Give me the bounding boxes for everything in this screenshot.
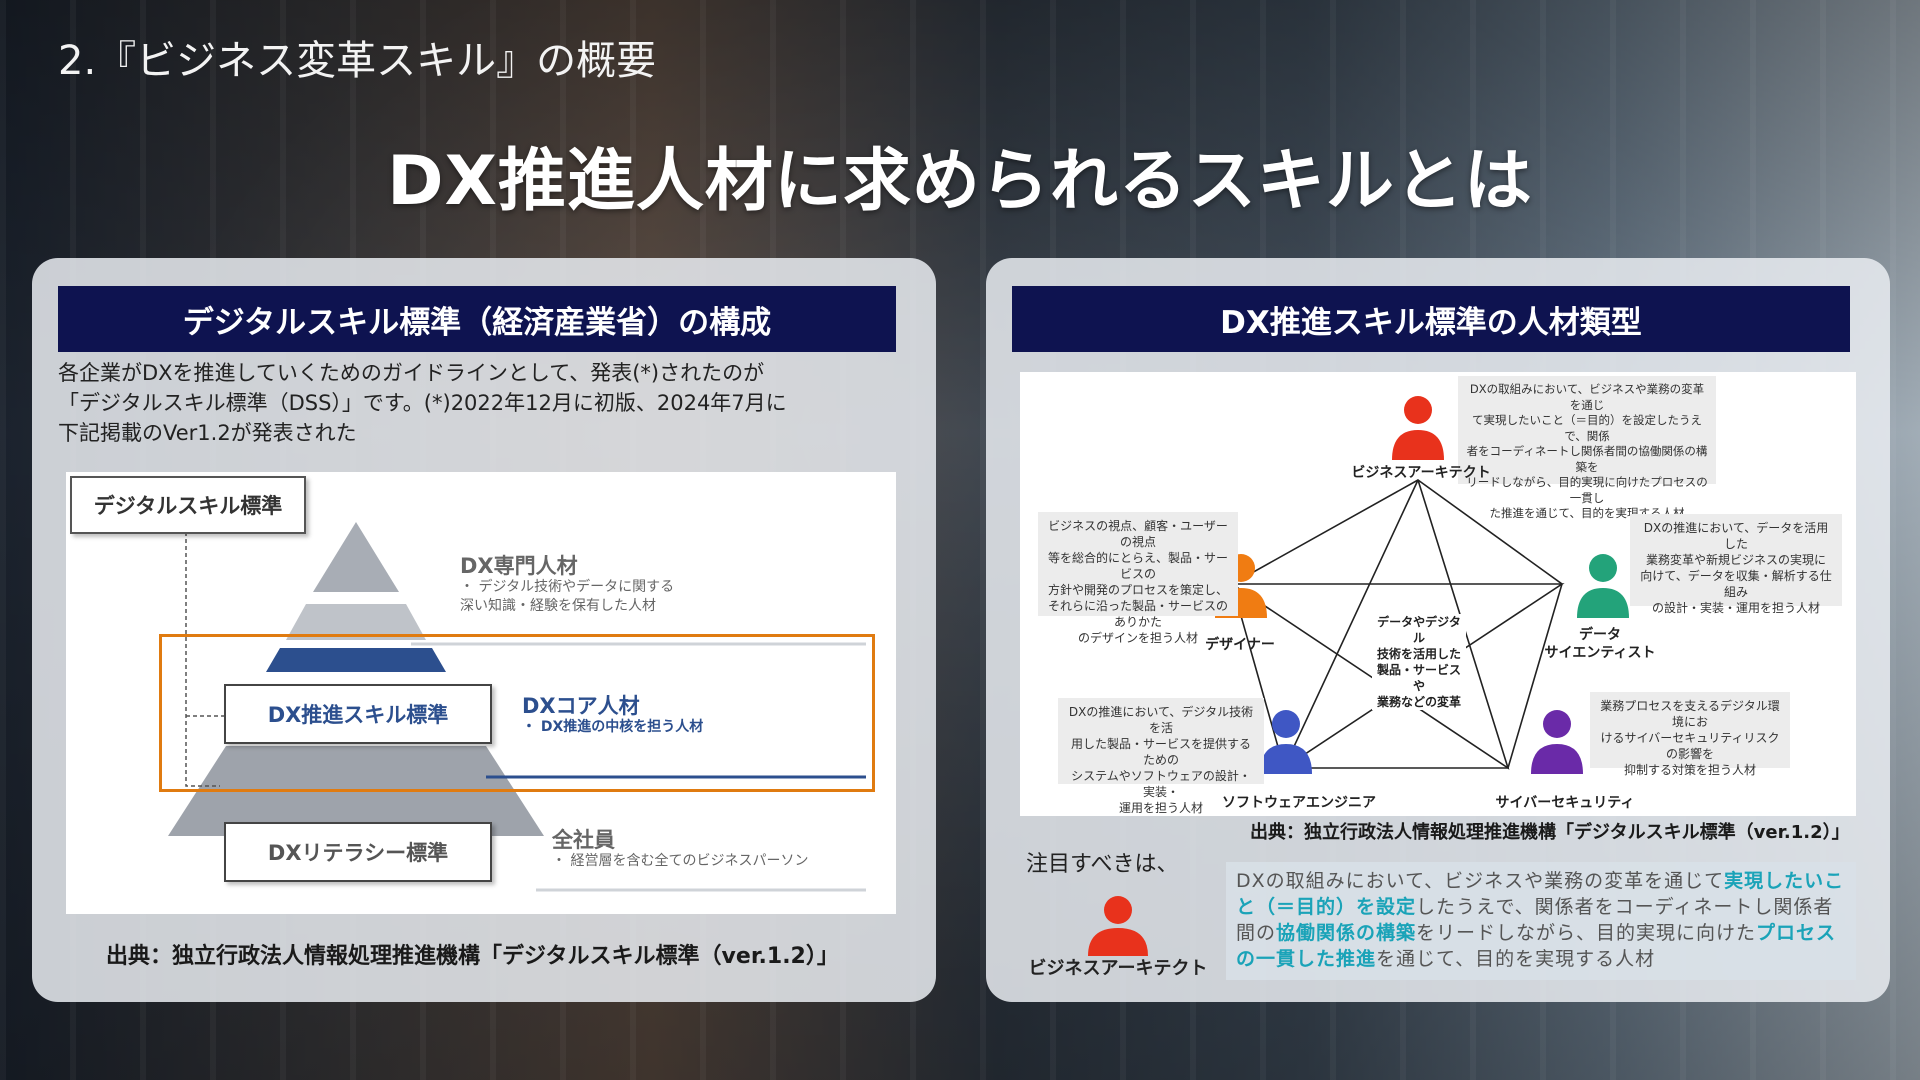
emphasis-text: 協働関係の構築 (1276, 922, 1417, 944)
intro-line: 「デジタルスキル標準（DSS）」です。(*)2022年12月に初版、2024年7… (58, 391, 787, 415)
center-line: 業務などの変革 (1376, 695, 1461, 709)
main-title: DX推進人材に求められるスキルとは (387, 142, 1533, 221)
promotion-std-box: DX推進スキル標準 (224, 684, 492, 744)
desc-line: DXの推進において、データを活用した (1643, 521, 1829, 551)
desc-line: 用した製品・サービスを提供するための (1070, 737, 1251, 767)
all-tier-desc: ・ 経営層を含む全てのビジネスパーソン (552, 853, 809, 869)
center-line: 技術を活用した (1376, 647, 1461, 661)
section-label: 2.『ビジネス変革スキル』の概要 (58, 38, 657, 84)
desc-line: それらに沿った製品・サービスのありかた (1047, 599, 1228, 629)
core-tier-desc: ・ DX推進の中核を担う人材 (522, 719, 704, 735)
designer-desc: ビジネスの視点、顧客・ユーザーの視点 等を総合的にとらえ、製品・サービスの 方針… (1038, 512, 1238, 645)
data-scientist-person-icon (1577, 554, 1629, 618)
software-engineer-name: ソフトウェアエンジニア (1222, 795, 1376, 811)
designer-name: デザイナー (1205, 637, 1275, 653)
desc-line: DXの推進において、デジタル技術を活 (1068, 705, 1254, 735)
highlight-role-name: ビジネスアーキテクト (1028, 958, 1208, 979)
software-engineer-desc: DXの推進において、デジタル技術を活 用した製品・サービスを提供するための シス… (1058, 698, 1264, 815)
cyber-security-name: サイバーセキュリティ (1495, 795, 1635, 811)
center-line: 製品・サービスや (1376, 663, 1461, 693)
pentagon-center-label: データやデジタル 技術を活用した 製品・サービスや 業務などの変革 (1372, 614, 1466, 710)
plain-text: を通じて、目的を実現する人材 (1376, 948, 1656, 970)
business-architect-highlight: DXの取組みにおいて、ビジネスや業務の変革を通じて実現したいこと（＝目的）を設定… (1226, 862, 1856, 980)
desc-line: 等を総合的にとらえ、製品・サービスの (1047, 551, 1228, 581)
dss-intro-text: 各企業がDXを推進していくためのガイドラインとして、発表(*)されたのが 「デジ… (58, 358, 908, 448)
business-architect-person-icon (1392, 396, 1444, 460)
desc-line: 方針や開発のプロセスを策定し、 (1047, 583, 1228, 597)
plain-text: DXの取組みにおいて、ビジネスや業務の変革を通じて (1236, 870, 1725, 892)
data-scientist-desc: DXの推進において、データを活用した 業務変革や新規ビジネスの実現に 向けて、デ… (1630, 514, 1842, 615)
desc-line: DXの取組みにおいて、ビジネスや業務の変革を通じ (1469, 382, 1705, 412)
plain-text: をリードしながら、目的実現に向けた (1416, 922, 1757, 944)
desc-line: 業務変革や新規ビジネスの実現に (1645, 553, 1826, 567)
intro-line: 各企業がDXを推進していくためのガイドラインとして、発表(*)されたのが (58, 361, 765, 385)
desc-line: 深い知識・経験を保有した人材 (460, 598, 656, 614)
desc-line: 抑制する対策を担う人材 (1623, 763, 1756, 777)
dx-roles-panel: DX推進スキル標準の人材類型 データやデジタル 技術を活用した 製品・サービスや… (986, 258, 1890, 1002)
note-label: 注目すべきは、 (1026, 852, 1179, 877)
center-line: データやデジタル (1377, 615, 1461, 645)
desc-line: 業務プロセスを支えるデジタル環境にお (1600, 699, 1780, 729)
desc-line: けるサイバーセキュリティリスクの影響を (1600, 731, 1780, 761)
business-architect-desc: DXの取組みにおいて、ビジネスや業務の変革を通じ て実現したいこと（＝目的）を設… (1458, 376, 1716, 520)
desc-line: 向けて、データを収集・解析する仕組み (1640, 569, 1832, 599)
left-source-citation: 出典：独立行政法人情報処理推進機構「デジタルスキル標準（ver.1.2）」 (106, 944, 839, 969)
cyber-security-desc: 業務プロセスを支えるデジタル環境にお けるサイバーセキュリティリスクの影響を 抑… (1590, 692, 1790, 777)
roles-pentagon-figure: データやデジタル 技術を活用した 製品・サービスや 業務などの変革 DXの取組み… (1020, 372, 1856, 816)
data-scientist-name: データ サイエンティスト (1544, 627, 1656, 661)
intro-line: 下記掲載のVer1.2が発表された (58, 421, 357, 445)
desc-line: ・ デジタル技術やデータに関する (460, 579, 675, 595)
desc-line: の設計・実装・運用を担う人材 (1651, 601, 1820, 615)
literacy-std-box: DXリテラシー標準 (224, 822, 492, 882)
desc-line: て実現したいこと（＝目的）を設定したうえで、関係 (1472, 413, 1702, 443)
dss-structure-header: デジタルスキル標準（経済産業省）の構成 (58, 286, 896, 352)
software-engineer-person-icon (1260, 710, 1312, 774)
all-tier-title: 全社員 (552, 828, 615, 852)
cyber-security-person-icon (1531, 710, 1583, 774)
business-architect-name: ビジネスアーキテクト (1351, 465, 1491, 481)
expert-tier-title: DX専門人材 (460, 554, 578, 578)
business-architect-large-icon (1088, 896, 1148, 956)
dss-structure-panel: デジタルスキル標準（経済産業省）の構成 各企業がDXを推進していくためのガイドラ… (32, 258, 936, 1002)
dx-roles-header: DX推進スキル標準の人材類型 (1012, 286, 1850, 352)
desc-line: リードしながら、目的実現に向けたプロセスの一貫し (1466, 475, 1708, 505)
core-tier-title: DXコア人材 (522, 694, 640, 718)
expert-tier-desc: ・ デジタル技術やデータに関する 深い知識・経験を保有した人材 (460, 578, 674, 616)
desc-line: 者をコーディネートし関係者間の協働関係の構築を (1466, 444, 1708, 474)
desc-line: ビジネスの視点、顧客・ユーザーの視点 (1048, 519, 1228, 549)
right-source-citation: 出典：独立行政法人情報処理推進機構「デジタルスキル標準（ver.1.2）」 (1250, 822, 1850, 843)
dss-label-box: デジタルスキル標準 (70, 476, 306, 534)
dss-pyramid-figure: デジタルスキル標準 DX専門人材 ・ デジタル技術やデータに関する 深い知識・経… (66, 472, 896, 914)
